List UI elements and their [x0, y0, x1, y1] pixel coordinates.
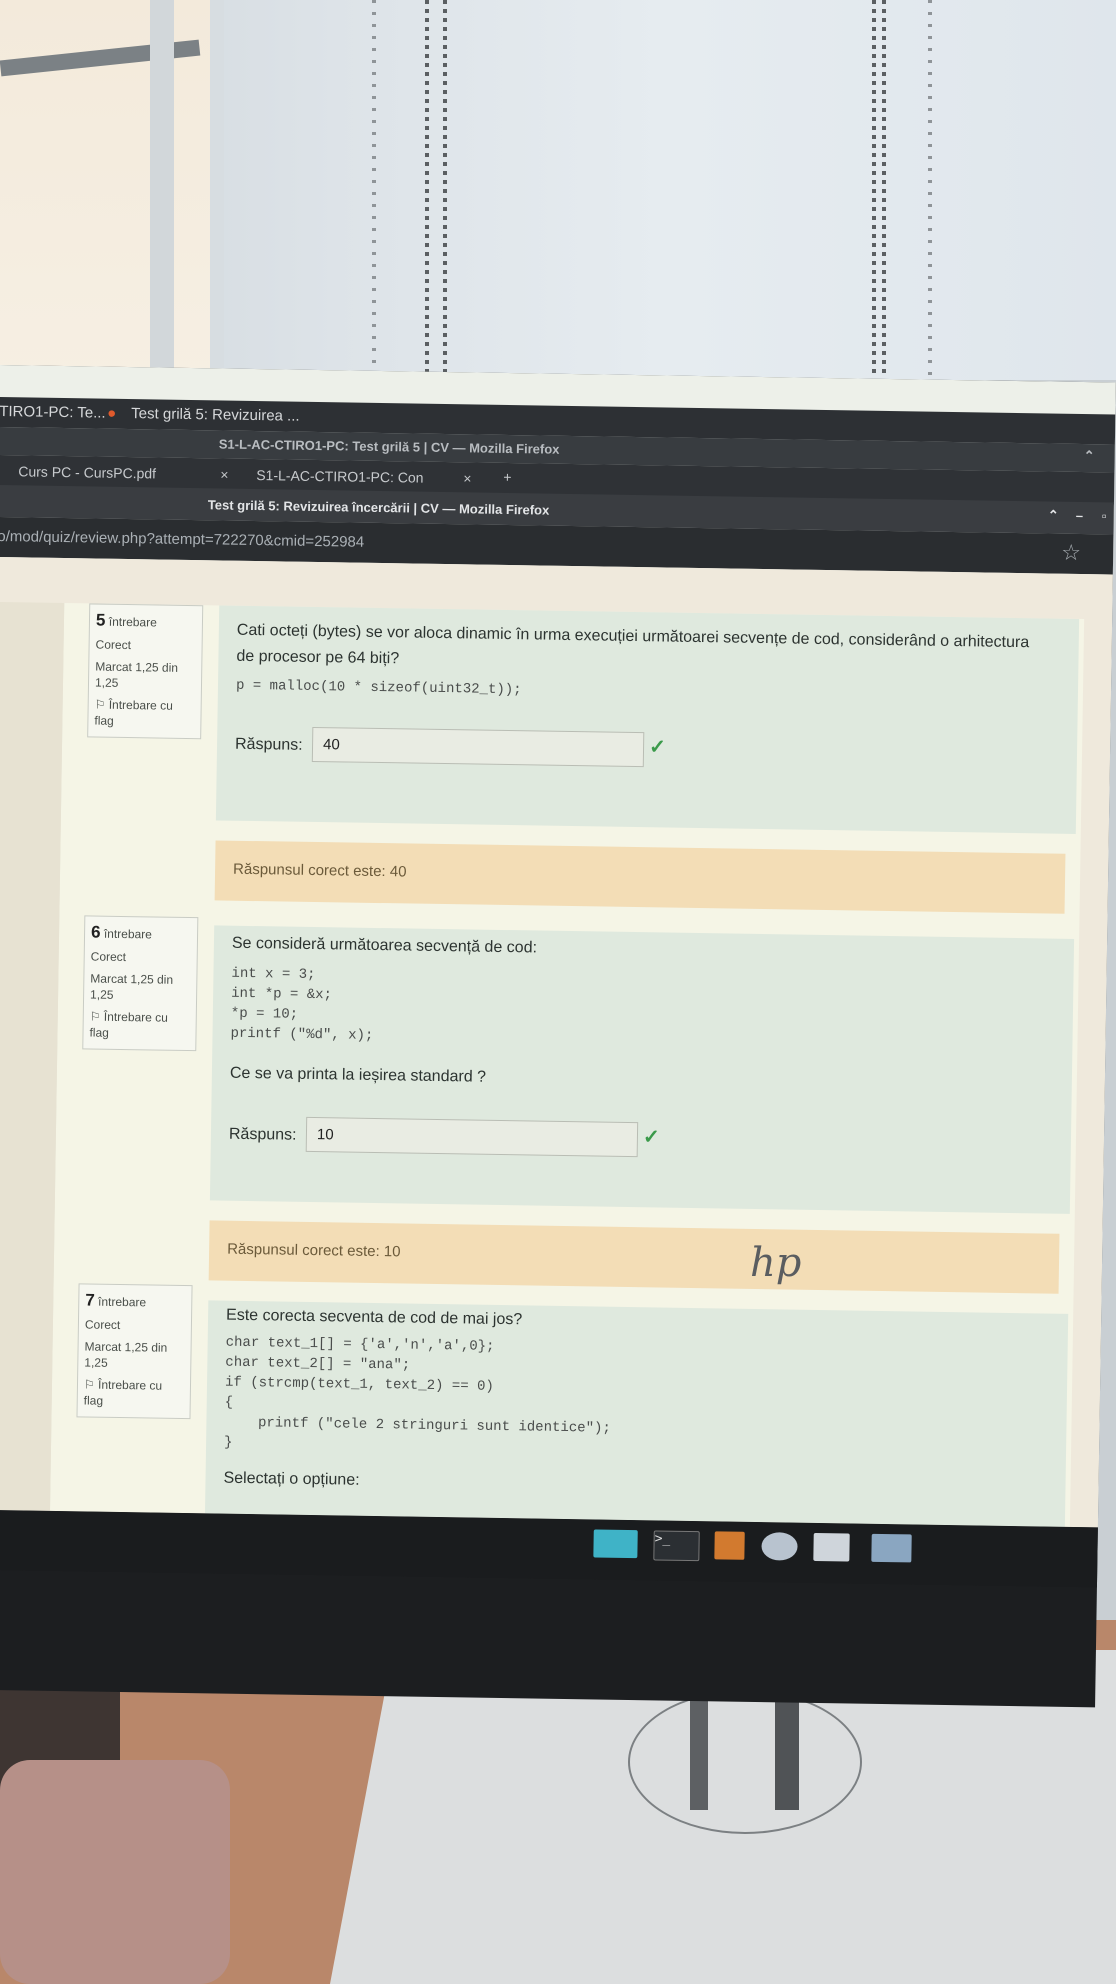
screen: TIRO1-PC: Te... ● Test grilă 5: Revizuir…	[0, 365, 1116, 1528]
files-icon[interactable]	[593, 1529, 638, 1559]
hp-logo: hp	[750, 1240, 802, 1286]
minimize-icon[interactable]: –	[1076, 508, 1083, 523]
chevron-up-icon[interactable]: ⌃	[1084, 448, 1095, 464]
feedback-box: Răspunsul corect este: 40	[214, 840, 1066, 914]
question-text: Se consideră următoarea secvență de cod:	[231, 934, 538, 957]
close-icon[interactable]: ×	[220, 466, 228, 482]
blind-cord	[928, 0, 932, 375]
code-block: p = malloc(10 * sizeof(uint32_t));	[235, 677, 522, 699]
folder-icon[interactable]	[871, 1533, 912, 1563]
firefox-icon: ●	[107, 404, 117, 422]
globe-icon[interactable]	[761, 1532, 798, 1561]
question-info: 5 întrebare Corect Marcat 1,25 din 1,25 …	[87, 603, 204, 740]
question-mark: Marcat 1,25 din 1,25	[94, 659, 179, 690]
monitor: TIRO1-PC: Te... ● Test grilă 5: Revizuir…	[0, 365, 1116, 1708]
close-icon[interactable]: ×	[463, 470, 471, 486]
url-text[interactable]: o/mod/quiz/review.php?attempt=722270&cmi…	[0, 528, 364, 551]
maximize-icon[interactable]: ▫	[1102, 508, 1107, 523]
window-title: Test grilă 5: Revizuirea încercării | CV…	[207, 497, 550, 518]
flag-question[interactable]: ⚐ Întrebare cu flag	[84, 1376, 184, 1410]
blind-chain	[425, 0, 429, 375]
question-text-2: Ce se va printa la ieșirea standard ?	[229, 1064, 487, 1086]
correct-answer: Răspunsul corect este: 10	[227, 1240, 401, 1261]
question-state: Corect	[84, 1317, 121, 1333]
correct-answer: Răspunsul corect este: 40	[232, 860, 407, 881]
question-label: întrebare	[108, 614, 157, 630]
feedback-box: Răspunsul corect este: 10	[208, 1220, 1060, 1294]
options-prompt: Selectați o opțiune:	[223, 1469, 360, 1489]
question-box: Este corecta secventa de cod de mai jos?…	[204, 1300, 1069, 1528]
question-box: Se consideră următoarea secvență de cod:…	[209, 925, 1075, 1214]
question-label: întrebare	[98, 1294, 147, 1310]
question-mark: Marcat 1,25 din 1,25	[90, 971, 174, 1002]
answer-label: Răspuns:	[234, 735, 303, 754]
terminal-icon[interactable]: >_	[653, 1530, 700, 1562]
quiz-content: 5 întrebare Corect Marcat 1,25 din 1,25 …	[49, 603, 1085, 1528]
flag-question[interactable]: ⚐ Întrebare cu flag	[94, 697, 194, 731]
question-label: întrebare	[103, 926, 153, 942]
blind-cord	[372, 0, 376, 375]
answer-field[interactable]: 10	[305, 1116, 639, 1158]
question-text: Este corecta secventa de cod de mai jos?	[225, 1306, 523, 1329]
flag-question[interactable]: ⚐ Întrebare cu flag	[89, 1008, 189, 1042]
search-app-icon[interactable]	[813, 1532, 850, 1562]
question-box: Cati octeți (bytes) se vor aloca dinamic…	[215, 605, 1080, 834]
new-tab-button[interactable]: +	[503, 469, 511, 485]
window-frame	[150, 0, 174, 385]
star-icon[interactable]: ☆	[1061, 540, 1081, 566]
check-icon: ✓	[648, 736, 667, 759]
stand-ring	[628, 1690, 862, 1834]
tab[interactable]: TIRO1-PC: Te...	[0, 403, 106, 422]
code-block: int x = 3; int *p = &x; *p = 10; printf …	[230, 965, 374, 1044]
question-mark: Marcat 1,25 din 1,25	[84, 1339, 168, 1370]
flag-icon: ⚐	[89, 1009, 104, 1024]
code-block: char text_1[] = {'a','n','a',0}; char te…	[223, 1334, 611, 1451]
question-state: Corect	[90, 949, 127, 965]
question-info: 6 întrebare Corect Marcat 1,25 din 1,25 …	[82, 915, 199, 1052]
window-title: S1-L-AC-CTIRO1-PC: Test grilă 5 | CV — M…	[218, 436, 560, 457]
quiz-page: 5 întrebare Corect Marcat 1,25 din 1,25 …	[0, 556, 1113, 1528]
tab-con[interactable]: S1-L-AC-CTIRO1-PC: Con	[256, 467, 423, 486]
question-text: Cati octeți (bytes) se vor aloca dinamic…	[236, 621, 1030, 668]
blind-chain	[872, 0, 876, 375]
flag-icon: ⚐	[83, 1377, 99, 1392]
blind-chain	[443, 0, 447, 375]
question-number: 6	[90, 922, 101, 942]
blind-chain	[882, 0, 886, 375]
answer-label: Răspuns:	[228, 1125, 297, 1144]
question-info: 7 întrebare Corect Marcat 1,25 din 1,25 …	[76, 1283, 193, 1420]
tab-curs-pc[interactable]: Curs PC - CursPC.pdf	[18, 463, 156, 481]
check-icon: ✓	[642, 1126, 660, 1149]
question-number: 5	[95, 610, 106, 630]
chevron-up-icon[interactable]: ⌃	[1048, 507, 1059, 523]
question-state: Corect	[95, 637, 132, 653]
tab[interactable]: Test grilă 5: Revizuirea ...	[131, 405, 300, 425]
flag-icon: ⚐	[94, 697, 109, 712]
answer-field[interactable]: 40	[311, 726, 645, 768]
wrist-rest	[0, 1760, 230, 1984]
app-icon[interactable]	[714, 1531, 745, 1560]
question-number: 7	[85, 1290, 95, 1310]
